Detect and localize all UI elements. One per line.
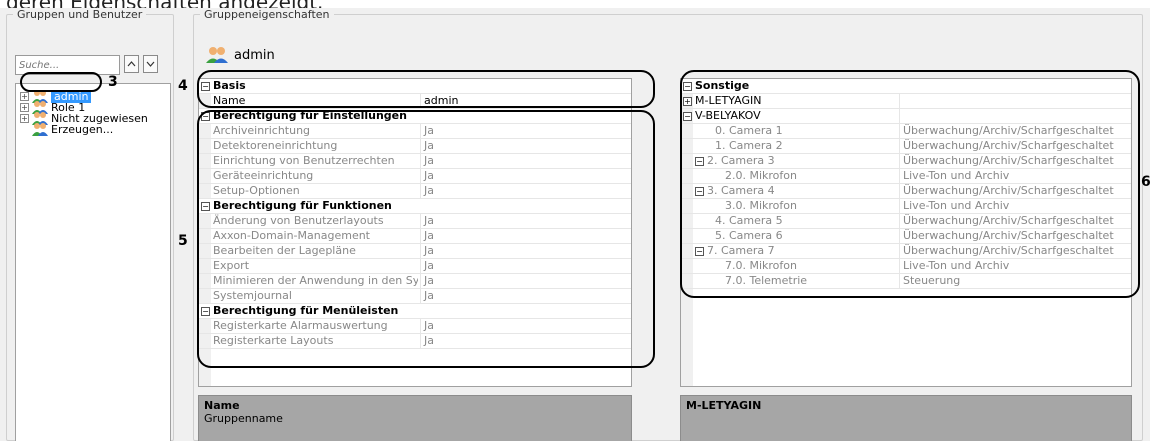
- groups-users-legend: Gruppen und Benutzer: [17, 8, 143, 21]
- description-title: Name: [204, 399, 240, 412]
- callout-4-outline: [197, 70, 655, 108]
- device-description-title: M-LETYAGIN: [686, 399, 762, 412]
- group-properties-legend: Gruppeneigenschaften: [204, 8, 330, 21]
- permissions-description: Name Gruppenname: [198, 395, 632, 441]
- chevron-down-icon: [146, 61, 155, 67]
- group-title-row: admin: [206, 46, 275, 64]
- callout-4: 4: [178, 78, 188, 94]
- callout-6: 6: [1141, 174, 1150, 190]
- callout-3-outline: [20, 72, 102, 92]
- chevron-up-icon: [127, 61, 136, 67]
- tree-item-label: Erzeugen...: [51, 122, 114, 136]
- search-down-button[interactable]: [143, 55, 158, 73]
- users-group-icon: [206, 47, 228, 63]
- callout-6-outline: [680, 70, 1140, 298]
- callout-5-outline: [197, 110, 655, 368]
- callout-3: 3: [108, 74, 118, 90]
- description-text: Gruppenname: [204, 412, 283, 425]
- group-title: admin: [234, 47, 275, 63]
- users-groups-window: Gruppen und Benutzer +admin+Role 1+Nicht…: [0, 8, 1150, 441]
- user-group-icon: [32, 123, 48, 136]
- callout-5: 5: [178, 233, 188, 249]
- devices-description: M-LETYAGIN: [680, 395, 1132, 441]
- search-up-button[interactable]: [124, 55, 139, 73]
- tree-item[interactable]: Erzeugen...: [20, 122, 113, 136]
- groups-tree[interactable]: + admin + Role 1 + Nicht zugewiesen Erzeugen..…: [15, 83, 171, 441]
